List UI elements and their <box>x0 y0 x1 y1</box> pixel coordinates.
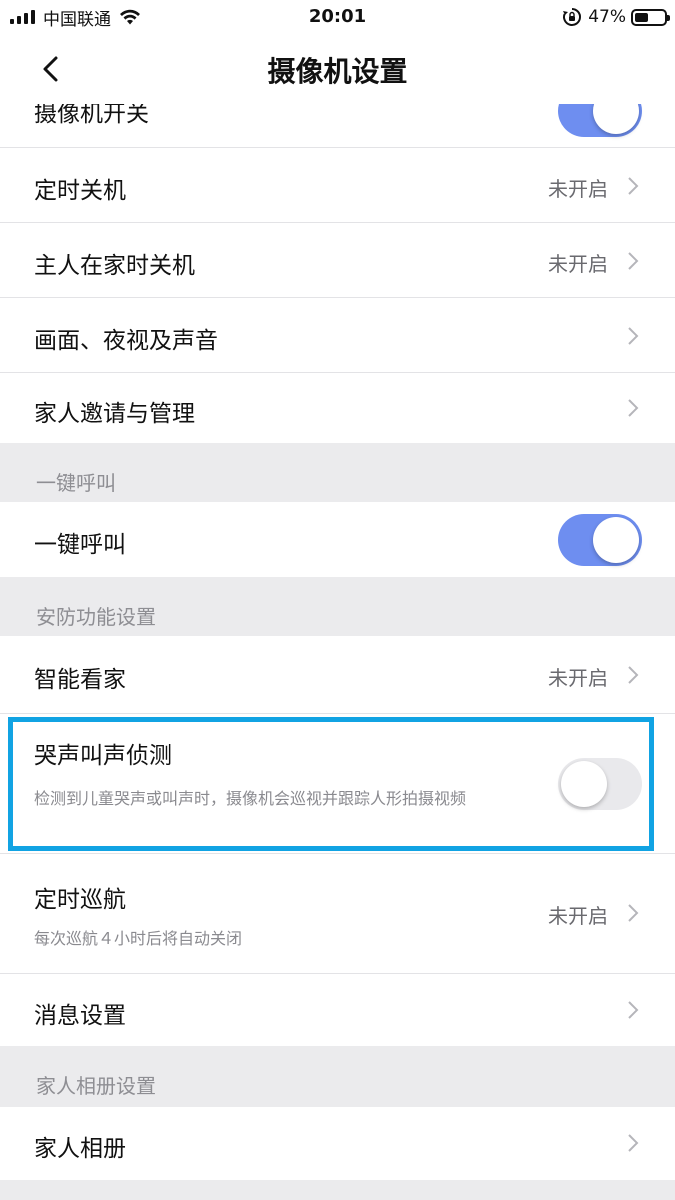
smart-watch-label: 智能看家 <box>34 667 126 693</box>
battery-fill <box>635 12 649 22</box>
timed-off-label: 定时关机 <box>34 178 126 204</box>
row-family-album[interactable]: 家人相册 <box>0 1107 675 1180</box>
chevron-right-icon <box>628 1001 639 1019</box>
camera-switch-toggle[interactable] <box>558 104 642 137</box>
section-header-security: 安防功能设置 <box>0 577 675 636</box>
section-label: 安防功能设置 <box>36 605 156 629</box>
section-label: 一键呼叫 <box>36 471 116 495</box>
row-camera-switch: 摄像机开关 <box>0 104 675 148</box>
status-right: 47% <box>562 6 670 28</box>
message-label: 消息设置 <box>34 1003 126 1029</box>
camera-switch-label: 摄像机开关 <box>34 104 149 127</box>
chevron-right-icon <box>628 177 639 195</box>
cruise-description: 每次巡航４小时后将自动关闭 <box>34 929 243 948</box>
row-cry-detect: 哭声叫声侦测 检测到儿童哭声或叫声时，摄像机会巡视并跟踪人形拍摄视频 <box>0 714 675 854</box>
row-smart-watch[interactable]: 智能看家 未开启 <box>0 636 675 714</box>
timed-off-value: 未开启 <box>548 177 608 201</box>
smart-watch-value: 未开启 <box>548 666 608 690</box>
home-off-value: 未开启 <box>548 252 608 276</box>
chevron-right-icon <box>628 666 639 684</box>
nav-bar: 摄像机设置 <box>0 34 675 104</box>
row-family-invite[interactable]: 家人邀请与管理 <box>0 373 675 443</box>
cruise-label: 定时巡航 <box>34 887 126 913</box>
chevron-right-icon <box>628 252 639 270</box>
home-off-label: 主人在家时关机 <box>34 253 195 279</box>
row-one-key-call: 一键呼叫 <box>0 502 675 577</box>
rotation-lock-icon <box>563 8 582 26</box>
picture-label: 画面、夜视及声音 <box>34 328 218 354</box>
battery-percent: 47% <box>588 7 626 27</box>
family-invite-label: 家人邀请与管理 <box>34 401 195 427</box>
row-timed-off[interactable]: 定时关机 未开启 <box>0 148 675 223</box>
chevron-right-icon <box>628 327 639 345</box>
one-key-call-label: 一键呼叫 <box>34 532 126 558</box>
chevron-right-icon <box>628 904 639 922</box>
status-bar: 中国联通 20:01 47% <box>0 0 675 34</box>
battery-icon <box>631 8 670 26</box>
section-label: 家人相册设置 <box>36 1074 156 1098</box>
one-key-call-toggle[interactable] <box>558 514 642 566</box>
chevron-right-icon <box>628 399 639 417</box>
cruise-value: 未开启 <box>548 904 608 928</box>
section-header-album: 家人相册设置 <box>0 1046 675 1107</box>
row-cruise[interactable]: 定时巡航 每次巡航４小时后将自动关闭 未开启 <box>0 854 675 974</box>
cry-detect-label: 哭声叫声侦测 <box>34 743 172 769</box>
page-title: 摄像机设置 <box>267 55 408 88</box>
chevron-right-icon <box>628 1134 639 1152</box>
settings-list[interactable]: 摄像机开关 定时关机 未开启 主人在家时关机 未开启 画面、夜视及声音 家人邀请… <box>0 104 675 1200</box>
row-home-off[interactable]: 主人在家时关机 未开启 <box>0 223 675 298</box>
cry-detect-toggle[interactable] <box>558 758 642 810</box>
row-picture-night-sound[interactable]: 画面、夜视及声音 <box>0 298 675 373</box>
row-message-settings[interactable]: 消息设置 <box>0 974 675 1046</box>
family-album-label: 家人相册 <box>34 1136 126 1162</box>
section-header-one-key-call: 一键呼叫 <box>0 443 675 502</box>
cry-detect-description: 检测到儿童哭声或叫声时，摄像机会巡视并跟踪人形拍摄视频 <box>34 789 467 808</box>
